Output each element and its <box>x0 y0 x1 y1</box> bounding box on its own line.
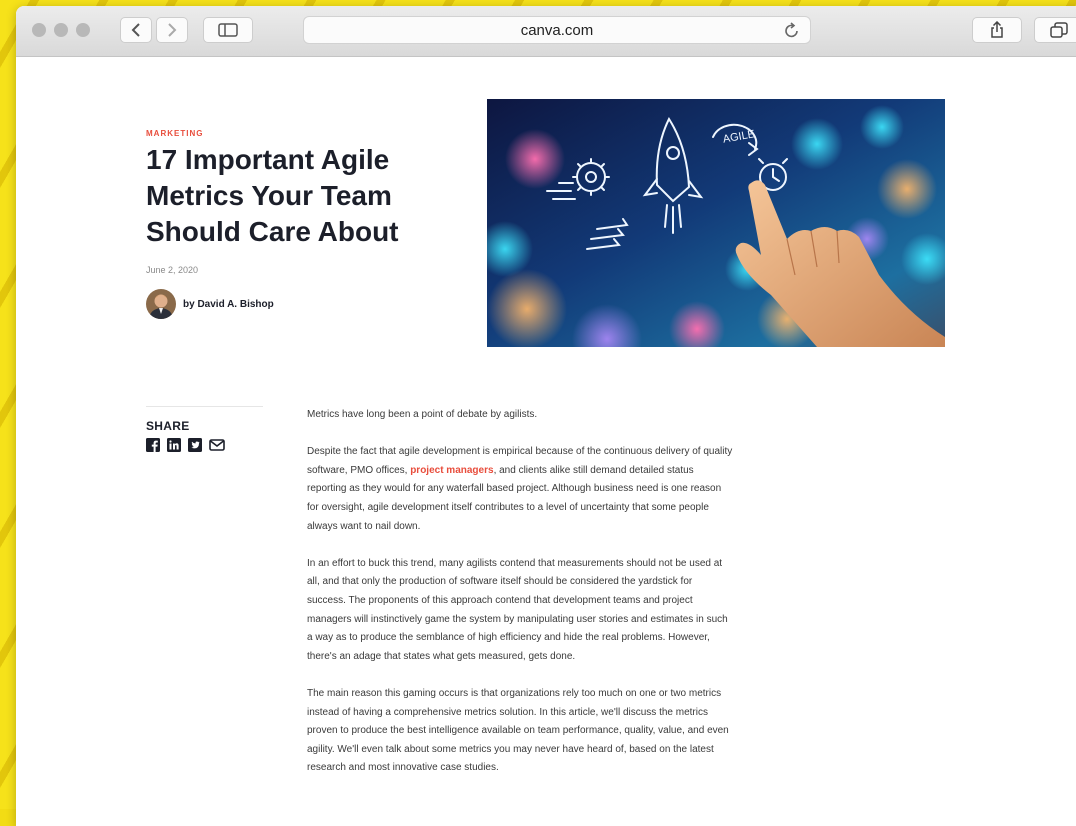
author-name[interactable]: by David A. Bishop <box>183 299 274 310</box>
article-title: 17 Important Agile Metrics Your Team Sho… <box>146 144 399 247</box>
sidebar-icon <box>218 23 238 37</box>
share-label: SHARE <box>146 419 190 433</box>
browser-toolbar: canva.com <box>16 6 1076 57</box>
url-text: canva.com <box>520 21 594 39</box>
facebook-icon[interactable] <box>146 438 160 452</box>
twitter-icon[interactable] <box>188 438 202 452</box>
back-button[interactable] <box>120 17 152 43</box>
zoom-window-button[interactable] <box>76 23 90 37</box>
share-icon <box>991 21 1003 38</box>
article-body: Metrics have long been a point of debate… <box>307 406 733 796</box>
share-page-button[interactable] <box>972 17 1022 43</box>
author-avatar[interactable] <box>146 289 176 319</box>
reload-button[interactable] <box>784 21 800 43</box>
forward-button[interactable] <box>156 17 188 43</box>
close-window-button[interactable] <box>32 23 46 37</box>
address-bar[interactable]: canva.com <box>303 16 811 44</box>
share-section: SHARE <box>146 406 263 452</box>
page-content: MARKETING 17 Important Agile Metrics You… <box>16 57 1076 826</box>
tabs-icon <box>1050 22 1068 38</box>
sidebar-button[interactable] <box>203 17 253 43</box>
paragraph-1: Metrics have long been a point of debate… <box>307 409 538 420</box>
hero-image: AGILE <box>487 99 945 347</box>
minimize-window-button[interactable] <box>54 23 68 37</box>
email-icon[interactable] <box>209 438 225 452</box>
chevron-right-icon <box>168 23 177 37</box>
publish-date: June 2, 2020 <box>146 265 199 275</box>
project-managers-link[interactable]: project managers <box>410 465 493 476</box>
paragraph-4: The main reason this gaming occurs is th… <box>307 687 729 774</box>
tabs-overview-button[interactable] <box>1034 17 1076 43</box>
author-byline: by David A. Bishop <box>146 289 274 319</box>
paragraph-3: In an effort to buck this trend, many ag… <box>307 557 728 662</box>
category-link[interactable]: MARKETING <box>146 129 203 138</box>
reload-icon <box>785 22 798 38</box>
chevron-left-icon <box>131 23 140 37</box>
linkedin-icon[interactable] <box>167 438 181 452</box>
paragraph-2: Despite the fact that agile development … <box>307 443 733 536</box>
browser-window: canva.com MARKETING 17 Important Agile M… <box>16 6 1076 826</box>
